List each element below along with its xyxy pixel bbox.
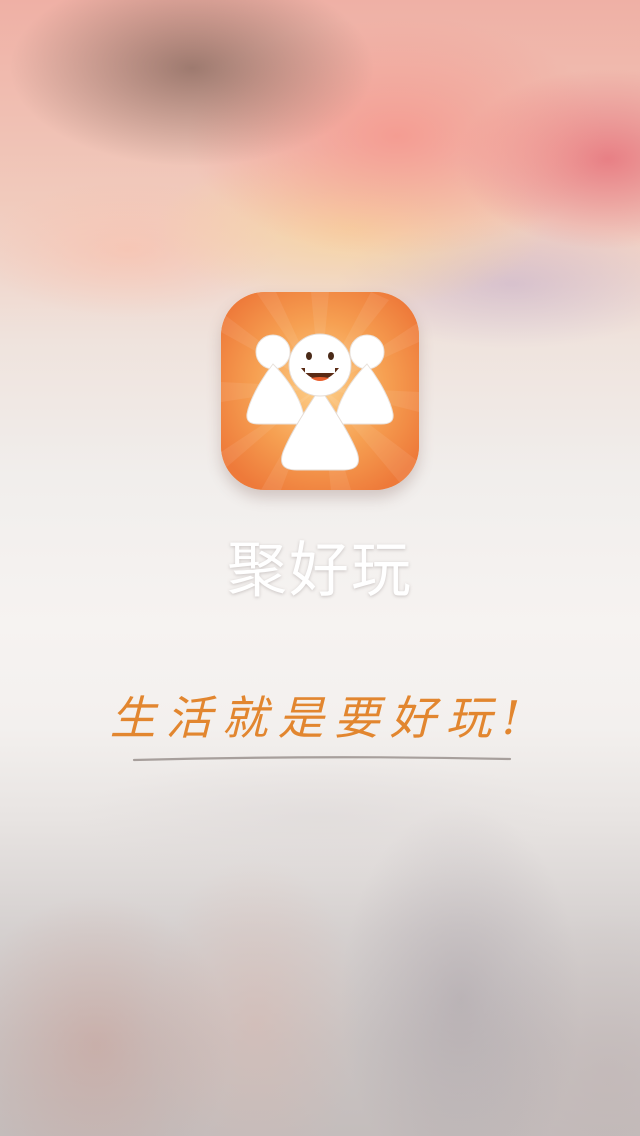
- app-name-title: 聚好玩: [227, 536, 413, 606]
- splash-screen: 聚好玩 生活就是要好玩!: [0, 0, 640, 1136]
- slogan-underline-decoration: [132, 756, 512, 762]
- mascot-icon: [221, 292, 419, 490]
- app-logo-icon: [221, 292, 419, 490]
- slogan-text: 生活就是要好玩!: [109, 691, 531, 745]
